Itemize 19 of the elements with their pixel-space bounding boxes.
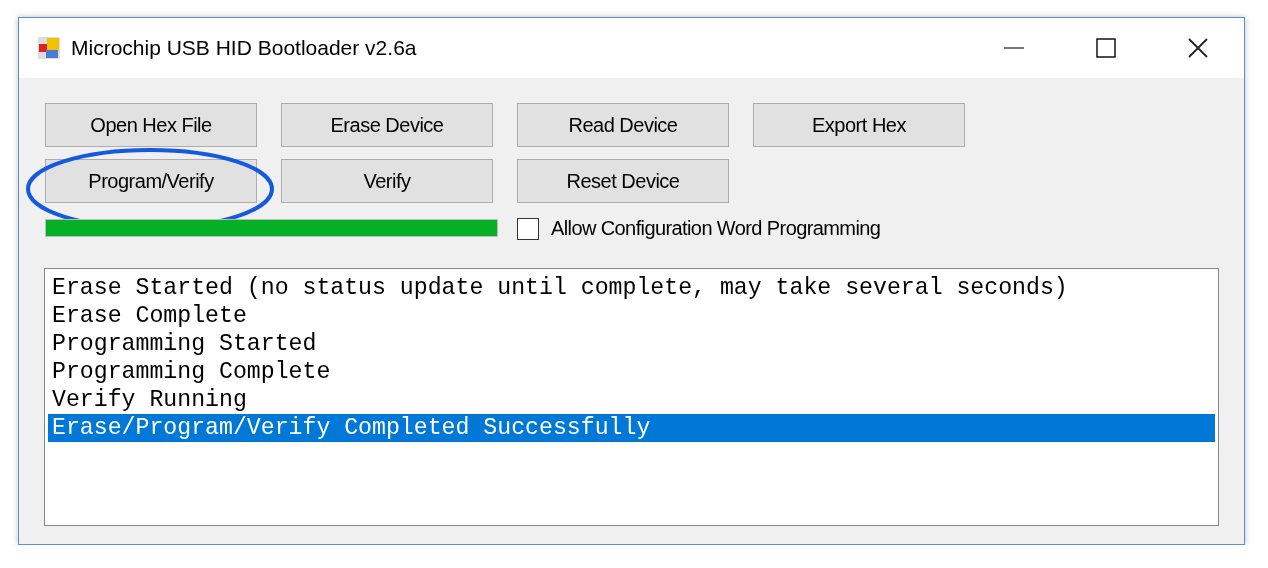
action-button[interactable]: Program/Verify xyxy=(45,159,257,203)
maximize-icon xyxy=(1096,38,1116,58)
action-button[interactable]: Open Hex File xyxy=(45,103,257,147)
action-button[interactable]: Reset Device xyxy=(517,159,729,203)
close-icon xyxy=(1188,38,1208,58)
log-line[interactable]: Programming Complete xyxy=(48,358,1215,386)
checkbox[interactable] xyxy=(517,217,539,240)
minimize-icon xyxy=(1004,46,1024,50)
checkbox-label: Allow Configuration Word Programming xyxy=(551,217,881,240)
action-button[interactable]: Erase Device xyxy=(281,103,493,147)
log-line[interactable]: Programming Started xyxy=(48,330,1215,358)
log-line[interactable]: Erase Complete xyxy=(48,302,1215,330)
action-button[interactable]: Read Device xyxy=(517,103,729,147)
log-line[interactable]: Verify Running xyxy=(48,386,1215,414)
action-button[interactable]: Verify xyxy=(281,159,493,203)
app-icon xyxy=(37,36,61,60)
window-title: Microchip USB HID Bootloader v2.6a xyxy=(71,36,418,60)
action-button[interactable]: Export Hex xyxy=(753,103,965,147)
log-line[interactable]: Erase Started (no status update until complete, may take several seconds) xyxy=(48,274,1215,302)
